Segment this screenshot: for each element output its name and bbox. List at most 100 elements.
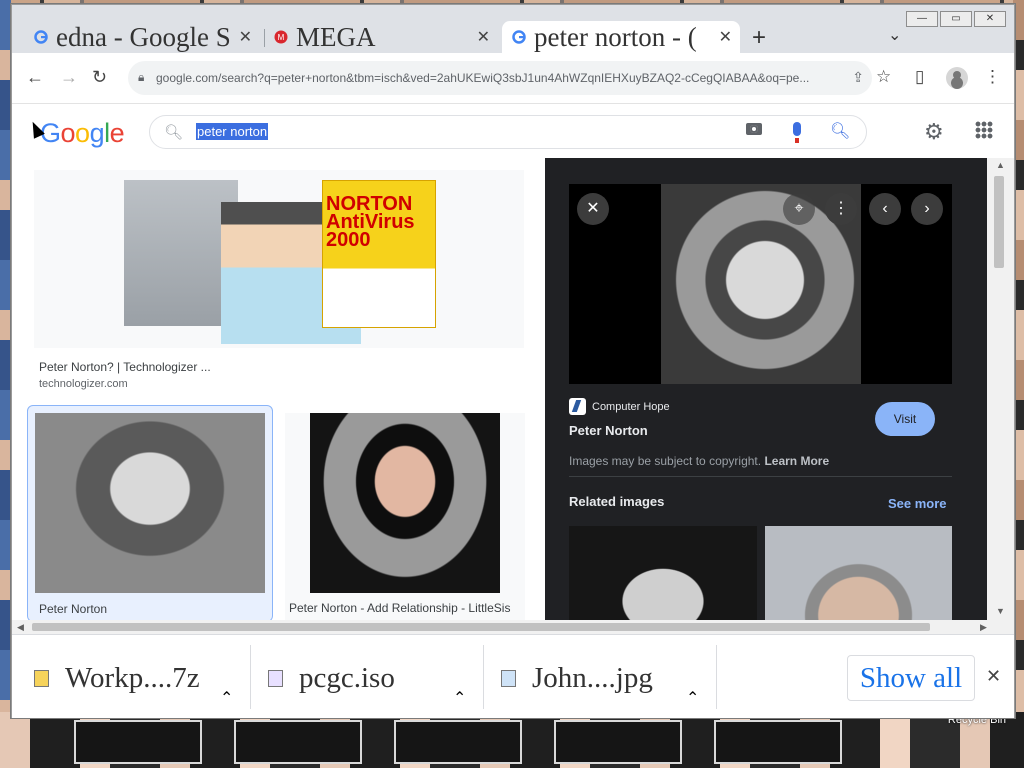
browser-window: — ▭ ✕ edna - Google S ✕ M MEGA ✕ peter n… [11, 4, 1015, 718]
close-tab-icon[interactable]: ✕ [239, 27, 252, 47]
desktop-edge-left [0, 0, 11, 768]
address-bar[interactable]: 🔒︎ google.com/search?q=peter+norton&tbm=… [128, 61, 872, 95]
scroll-up-icon[interactable]: ▲ [996, 160, 1005, 170]
svg-text:M: M [278, 33, 285, 42]
visit-button[interactable]: Visit [875, 402, 935, 436]
logo-letter: o [75, 118, 90, 148]
computer-hope-icon [569, 398, 586, 415]
image-preview-panel: ✕ ⌖ ⋮ ‹ › Computer Hope Peter Norton Vis… [545, 158, 987, 620]
desktop-tile [234, 720, 362, 764]
share-icon[interactable]: ⇪ [852, 69, 864, 86]
download-options-chevron-icon[interactable]: ⌃ [686, 669, 699, 727]
source-name[interactable]: Computer Hope [592, 401, 670, 413]
image-file-icon [501, 669, 516, 687]
logo-letter: o [60, 118, 76, 148]
window-controls: — ▭ ✕ [906, 11, 1006, 27]
download-item[interactable]: John....jpg [501, 649, 653, 707]
related-image[interactable] [765, 526, 952, 620]
archive-file-icon [34, 669, 49, 687]
next-image-icon[interactable]: › [911, 193, 943, 225]
divider [569, 476, 952, 477]
search-submit-icon[interactable]: 🔍︎ [830, 121, 850, 141]
bookmark-star-icon[interactable]: ☆ [876, 67, 891, 87]
close-shelf-icon[interactable]: ✕ [986, 666, 1001, 687]
result-title[interactable]: Peter Norton - Add Relationship - Little… [289, 601, 510, 615]
result-title[interactable]: Peter Norton? | Technologizer ... [39, 360, 211, 374]
desktop-tile [74, 720, 202, 764]
copyright-notice: Images may be subject to copyright. Lear… [569, 454, 829, 468]
result-thumbnail[interactable] [310, 413, 500, 593]
close-preview-icon[interactable]: ✕ [577, 193, 609, 225]
download-options-chevron-icon[interactable]: ⌃ [220, 669, 233, 727]
microphone-icon[interactable] [793, 122, 801, 143]
related-image[interactable] [569, 526, 757, 620]
back-icon[interactable]: ← [26, 67, 44, 88]
scrollbar-thumb[interactable] [32, 623, 930, 631]
camera-search-icon[interactable] [746, 123, 762, 135]
tab-title: MEGA [296, 21, 376, 52]
result-title[interactable]: Peter Norton [39, 602, 107, 616]
close-window-button[interactable]: ✕ [974, 11, 1006, 27]
lens-search-icon[interactable]: ⌖ [783, 193, 815, 225]
result-thumbnail[interactable] [35, 413, 265, 593]
show-all-downloads-button[interactable]: Show all [847, 655, 975, 701]
tab-separator [264, 29, 265, 47]
google-logo[interactable]: Google [40, 118, 125, 149]
url-text[interactable]: google.com/search?q=peter+norton&tbm=isc… [156, 71, 836, 85]
vertical-scrollbar[interactable]: ▲ ▼ [987, 158, 1014, 620]
divider [483, 645, 484, 709]
scrollbar-thumb[interactable] [994, 176, 1004, 268]
result-card[interactable]: Peter Norton - Add Relationship - Little… [285, 413, 525, 620]
tab-search-button[interactable]: ⌄ [888, 25, 901, 45]
tab-edna[interactable]: edna - Google S ✕ [34, 21, 260, 53]
result-site[interactable]: technologizer.com [39, 378, 128, 390]
search-icon: 🔍︎ [164, 124, 184, 141]
scroll-down-icon[interactable]: ▼ [996, 606, 1005, 616]
google-apps-icon[interactable] [975, 121, 993, 139]
maximize-button[interactable]: ▭ [940, 11, 972, 27]
tab-peter-norton[interactable]: peter norton - ( ✕ [502, 21, 740, 53]
side-panel-icon[interactable]: ▯ [915, 67, 924, 87]
result-card[interactable]: NORTON AntiVirus 2000 [34, 170, 524, 348]
menu-kebab-icon[interactable]: ⋮ [984, 67, 1001, 87]
disc-image-file-icon [268, 669, 283, 687]
close-tab-icon[interactable]: ✕ [477, 27, 490, 47]
download-item[interactable]: pcgc.iso [268, 649, 395, 707]
horizontal-scrollbar[interactable]: ◀ ▶ [12, 620, 1014, 634]
scroll-left-icon[interactable]: ◀ [17, 622, 24, 633]
browser-toolbar: ← → ↻ 🔒︎ google.com/search?q=peter+norto… [12, 53, 1014, 104]
forward-icon[interactable]: → [60, 67, 78, 88]
download-filename[interactable]: Workp....7z [65, 662, 200, 695]
download-options-chevron-icon[interactable]: ⌃ [453, 669, 466, 727]
source-row[interactable]: Computer Hope [569, 398, 670, 415]
download-item[interactable]: Workp....7z [34, 649, 200, 707]
download-filename[interactable]: John....jpg [532, 662, 653, 695]
image-results: NORTON AntiVirus 2000 Peter Norton? | Te… [12, 158, 545, 620]
tab-mega[interactable]: M MEGA ✕ [274, 21, 498, 53]
divider [250, 645, 251, 709]
magazine-cover-text: NORTON AntiVirus 2000 [326, 193, 415, 251]
desktop-tile [714, 720, 842, 764]
google-g-icon [512, 30, 526, 44]
minimize-button[interactable]: — [906, 11, 938, 27]
learn-more-link[interactable]: Learn More [764, 454, 829, 468]
result-card-selected[interactable]: Peter Norton [27, 405, 273, 620]
settings-gear-icon[interactable]: ⚙ [924, 119, 944, 145]
previous-image-icon[interactable]: ‹ [869, 193, 901, 225]
desktop-tile [554, 720, 682, 764]
lock-icon[interactable]: 🔒︎ [138, 70, 144, 85]
search-input[interactable]: 🔍︎ peter norton 🔍︎ [149, 115, 867, 149]
new-tab-button[interactable]: + [752, 24, 766, 52]
tab-strip: — ▭ ✕ edna - Google S ✕ M MEGA ✕ peter n… [12, 5, 1014, 53]
more-options-icon[interactable]: ⋮ [825, 193, 857, 225]
search-query[interactable]: peter norton [196, 123, 269, 140]
tab-title: edna - Google S [56, 21, 231, 52]
reload-icon[interactable]: ↻ [92, 67, 107, 88]
profile-avatar[interactable] [946, 67, 968, 89]
scroll-right-icon[interactable]: ▶ [980, 622, 987, 633]
logo-letter: g [89, 118, 105, 148]
download-filename[interactable]: pcgc.iso [299, 662, 395, 695]
close-tab-icon[interactable]: ✕ [719, 27, 732, 47]
see-more-link[interactable]: See more [888, 496, 947, 511]
preview-title[interactable]: Peter Norton [569, 423, 648, 438]
